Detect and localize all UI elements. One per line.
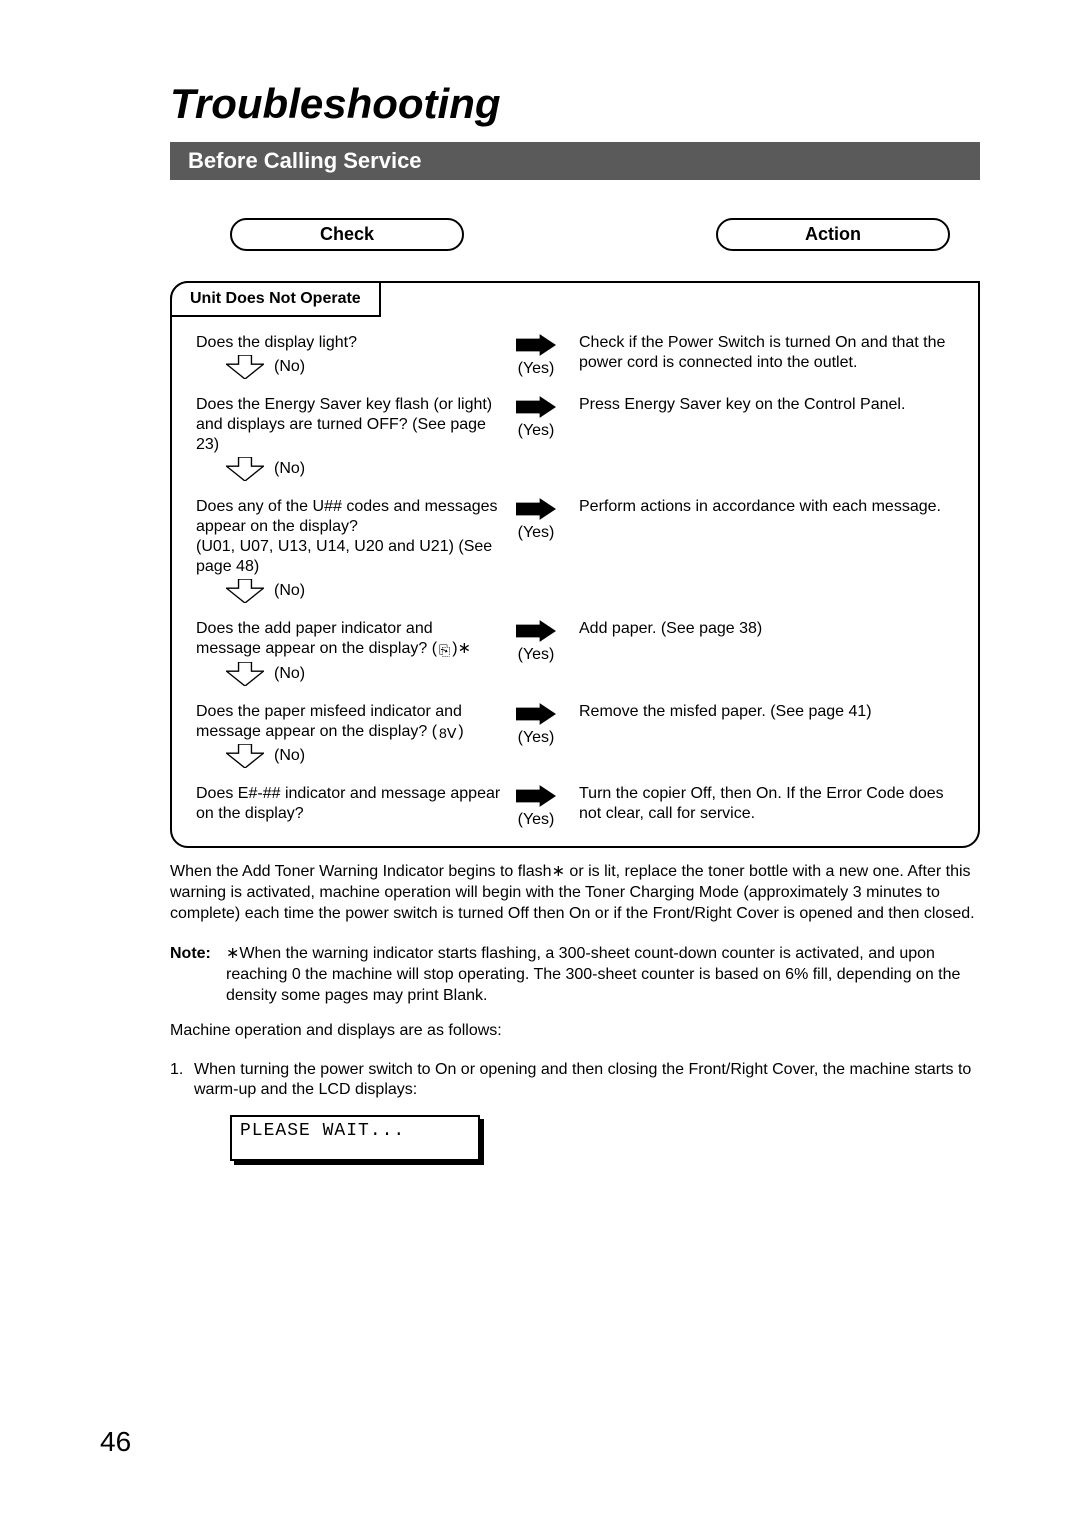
right-arrow-icon (516, 619, 556, 643)
misfeed-icon: 8ᐯ (437, 725, 458, 743)
check-text: Does the display light? (196, 333, 501, 353)
list-number: 1. (170, 1060, 194, 1102)
action-text: Check if the Power Switch is turned On a… (571, 333, 954, 373)
list-body: When turning the power switch to On or o… (194, 1060, 980, 1102)
down-arrow-icon (226, 662, 264, 686)
yes-label: (Yes) (518, 810, 555, 830)
check-text: Does the paper misfeed indicator and mes… (196, 702, 501, 743)
note-label: Note: (170, 944, 226, 1006)
no-label: (No) (274, 581, 305, 601)
no-label: (No) (274, 459, 305, 479)
action-text: Remove the misfed paper. (See page 41) (571, 702, 954, 722)
down-arrow-icon (226, 457, 264, 481)
lcd-display: PLEASE WAIT... (230, 1115, 480, 1161)
right-arrow-icon (516, 395, 556, 419)
right-arrow-icon (516, 333, 556, 357)
note-body: ∗When the warning indicator starts flash… (226, 944, 980, 1006)
yes-label: (Yes) (518, 421, 555, 441)
right-arrow-icon (516, 784, 556, 808)
flowchart-box: Unit Does Not Operate Does the display l… (170, 281, 980, 848)
no-label: (No) (274, 357, 305, 377)
yes-label: (Yes) (518, 359, 555, 379)
flowchart-tab: Unit Does Not Operate (170, 281, 381, 317)
check-text: Does the add paper indicator and message… (196, 619, 501, 660)
page-title: Troubleshooting (170, 80, 980, 128)
down-arrow-icon (226, 355, 264, 379)
check-text: Does any of the U## codes and messages a… (196, 497, 501, 577)
yes-label: (Yes) (518, 728, 555, 748)
yes-label: (Yes) (518, 645, 555, 665)
page-number: 46 (100, 1426, 131, 1458)
check-text: Does the Energy Saver key flash (or ligh… (196, 395, 501, 455)
action-text: Turn the copier Off, then On. If the Err… (571, 784, 954, 824)
section-heading: Before Calling Service (170, 142, 980, 180)
down-arrow-icon (226, 579, 264, 603)
check-header: Check (230, 218, 464, 251)
action-text: Perform actions in accordance with each … (571, 497, 954, 517)
action-text: Add paper. (See page 38) (571, 619, 954, 639)
operation-intro: Machine operation and displays are as fo… (170, 1021, 980, 1042)
no-label: (No) (274, 664, 305, 684)
no-label: (No) (274, 746, 305, 766)
check-text: Does E#-## indicator and message appear … (196, 784, 501, 824)
right-arrow-icon (516, 497, 556, 521)
down-arrow-icon (226, 744, 264, 768)
action-text: Press Energy Saver key on the Control Pa… (571, 395, 954, 415)
add-paper-icon: ⎘ (437, 642, 452, 660)
right-arrow-icon (516, 702, 556, 726)
yes-label: (Yes) (518, 523, 555, 543)
action-header: Action (716, 218, 950, 251)
toner-warning-paragraph: When the Add Toner Warning Indicator beg… (170, 862, 980, 924)
